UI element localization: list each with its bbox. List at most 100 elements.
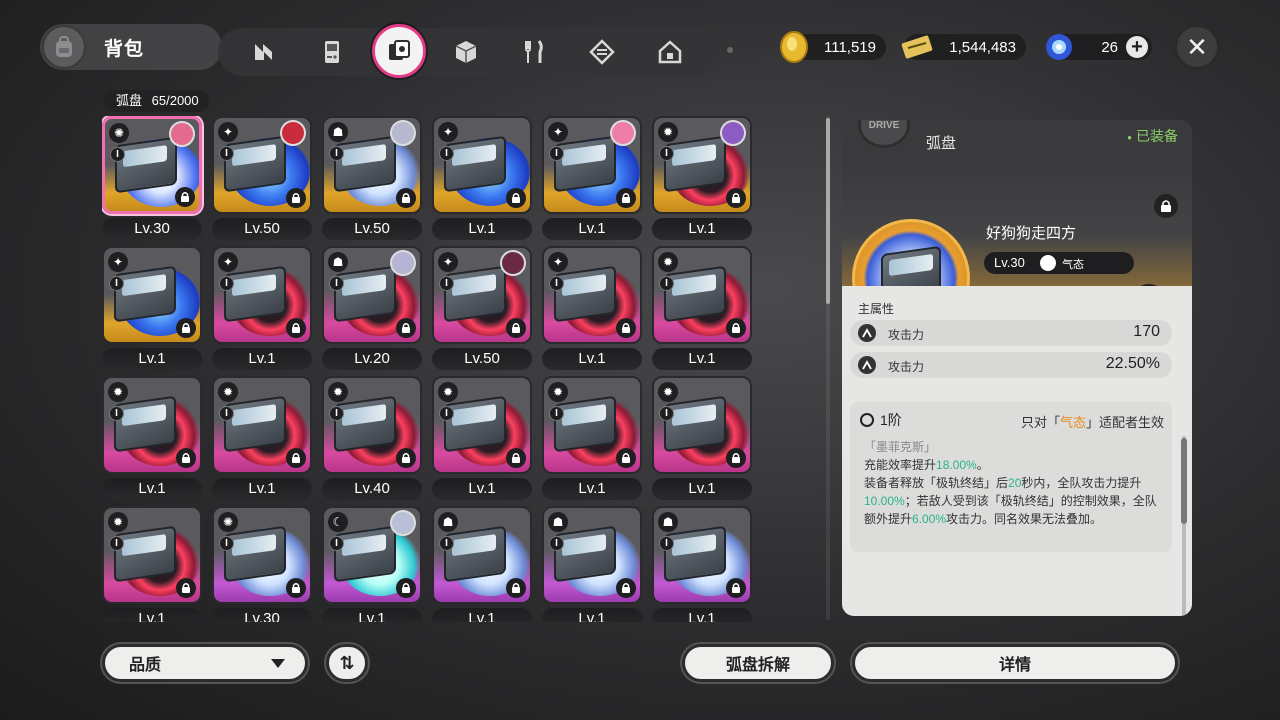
disc-case	[554, 525, 616, 583]
detail-body: 主属性 攻击力 170 攻击力 22.50% 1阶 只对「气态」适配者生效 「墨…	[842, 286, 1192, 616]
agent-avatar	[390, 120, 416, 146]
disc-card-image: ✹ I	[102, 376, 202, 474]
lock-icon	[286, 188, 306, 208]
detail-scrollbar-thumb[interactable]	[1181, 438, 1187, 524]
attribute-icon: ☗	[548, 512, 568, 532]
disc-card[interactable]: ✹ I Lv.1	[102, 506, 202, 622]
disc-card[interactable]: ☗ I Lv.1	[542, 506, 642, 622]
add-energy-button[interactable]: +	[1126, 36, 1148, 58]
disc-card[interactable]: ✹ I Lv.1	[652, 376, 752, 502]
tab-material[interactable]	[582, 32, 622, 72]
disc-level: Lv.1	[432, 218, 532, 240]
stat-name: 攻击力	[888, 328, 925, 342]
disc-card[interactable]: ✦ I Lv.1	[102, 246, 202, 372]
attack-icon	[858, 356, 876, 374]
tab-gameboy[interactable]	[312, 32, 352, 72]
grid-scrollbar-thumb[interactable]	[826, 118, 830, 304]
bag-title-pill: 背包	[40, 24, 222, 70]
disc-card[interactable]: ✹ I Lv.1	[542, 376, 642, 502]
disc-card[interactable]: ✦ I Lv.50	[432, 246, 532, 372]
details-button[interactable]: 详情	[852, 644, 1178, 682]
disc-card[interactable]: ☗ I Lv.1	[652, 506, 752, 622]
disc-level: Lv.40	[322, 478, 422, 500]
req-attribute: 气态	[1059, 415, 1086, 430]
rank-tag-icon: I	[219, 146, 234, 161]
attribute-icon: ✹	[548, 382, 568, 402]
disc-card[interactable]: ☾ I Lv.1	[322, 506, 422, 622]
disc-case	[444, 135, 506, 193]
attribute-icon: ☾	[328, 512, 348, 532]
tab-home[interactable]	[650, 32, 690, 72]
disc-level: Lv.30	[102, 218, 202, 240]
disc-card[interactable]: ✹ I Lv.1	[652, 116, 752, 242]
disc-card[interactable]: ✺ I Lv.30	[212, 506, 312, 622]
attribute-icon: ✦	[438, 252, 458, 272]
disc-card[interactable]: ✦ I Lv.1	[212, 246, 312, 372]
effect-text: 装备者释放「极轨终结」后	[864, 476, 1009, 490]
quality-filter-dropdown[interactable]: 品质	[102, 644, 308, 682]
attribute-icon: ✹	[658, 382, 678, 402]
close-button[interactable]: ✕	[1174, 24, 1220, 70]
ticket-currency[interactable]: 1,544,483	[901, 34, 1026, 60]
agent-avatar	[720, 120, 746, 146]
disc-card[interactable]: ✹ I Lv.40	[322, 376, 422, 502]
disc-card[interactable]: ☗ I Lv.50	[322, 116, 422, 242]
agent-avatar	[280, 120, 306, 146]
tab-cube[interactable]	[446, 32, 486, 72]
disc-card[interactable]: ✦ I Lv.50	[212, 116, 312, 242]
effect-tier-label: 1阶	[880, 412, 902, 428]
rank-tag-icon: I	[109, 276, 124, 291]
tab-n-logo[interactable]	[244, 32, 284, 72]
disc-case	[224, 525, 286, 583]
lock-icon	[286, 448, 306, 468]
attribute-icon: ✹	[658, 122, 678, 142]
disc-card[interactable]: ✺ I Lv.30	[102, 116, 202, 242]
fork-knife-icon	[525, 40, 543, 63]
caret-down-icon	[271, 659, 285, 668]
lock-icon	[506, 318, 526, 338]
disc-card[interactable]: ✦ I Lv.1	[542, 246, 642, 372]
disc-case	[224, 135, 286, 193]
gold-coin-icon	[780, 31, 808, 63]
disc-case	[554, 265, 616, 323]
lock-icon	[726, 578, 746, 598]
disc-card[interactable]: ✹ I Lv.1	[102, 376, 202, 502]
disc-level: Lv.1	[652, 348, 752, 370]
disc-level: Lv.1	[432, 608, 532, 622]
disc-card[interactable]: ✹ I Lv.1	[652, 246, 752, 372]
tab-food[interactable]	[514, 32, 554, 72]
disc-card[interactable]: ✦ I Lv.1	[542, 116, 642, 242]
top-bar: 背包 111,519 1,544,483 26 + ✕	[0, 0, 1280, 90]
disc-card[interactable]: ✦ I Lv.1	[432, 116, 532, 242]
disc-card[interactable]: ✹ I Lv.1	[212, 376, 312, 502]
disc-card[interactable]: ☗ I Lv.1	[432, 506, 532, 622]
disc-card-image: ✹ I	[652, 376, 752, 474]
ticket-amount: 1,544,483	[949, 38, 1016, 56]
disc-card[interactable]: ☗ I Lv.20	[322, 246, 422, 372]
attribute-icon: ✦	[548, 122, 568, 142]
lock-icon[interactable]	[1154, 194, 1178, 218]
lock-icon	[506, 578, 526, 598]
rank-tag-icon: I	[439, 406, 454, 421]
effect-tier: 1阶	[860, 410, 902, 430]
energy-currency[interactable]: 26 +	[1046, 34, 1152, 60]
lock-icon	[726, 448, 746, 468]
rank-tag-icon: I	[659, 406, 674, 421]
disc-level: Lv.50	[432, 348, 532, 370]
rank-tag-icon: I	[109, 406, 124, 421]
rank-tag-icon: I	[109, 536, 124, 551]
disc-card-image: ☗ I	[432, 506, 532, 604]
disc-case	[334, 135, 396, 193]
attribute-icon: ☗	[658, 512, 678, 532]
inventory-count-label: 弧盘 65/2000	[104, 90, 209, 112]
disc-card[interactable]: ✹ I Lv.1	[432, 376, 532, 502]
disc-case	[224, 265, 286, 323]
attribute-icon: ✹	[108, 382, 128, 402]
dismantle-button[interactable]: 弧盘拆解	[682, 644, 834, 682]
tab-disc[interactable]	[372, 24, 426, 78]
disc-card-image: ☗ I	[652, 506, 752, 604]
gold-currency[interactable]: 111,519	[780, 31, 886, 63]
sort-order-button[interactable]: ⇅	[326, 644, 368, 682]
rank-tag-icon: I	[219, 406, 234, 421]
lock-icon	[176, 318, 196, 338]
